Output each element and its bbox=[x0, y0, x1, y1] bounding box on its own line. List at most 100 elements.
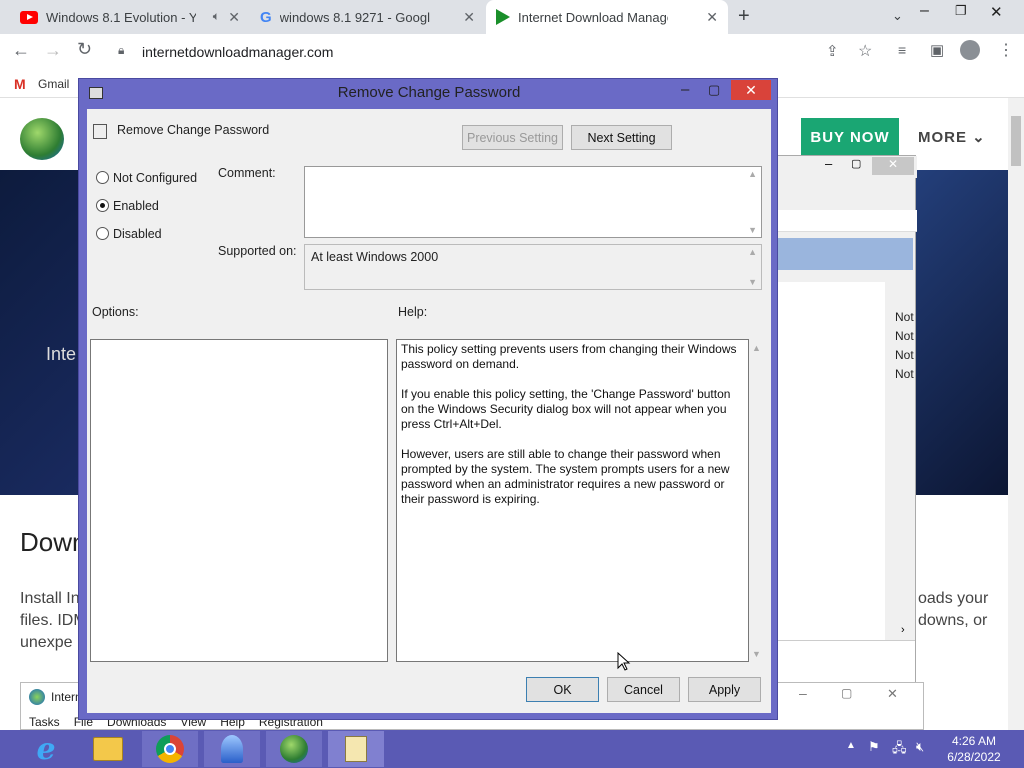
buy-now-button[interactable]: BUY NOW bbox=[801, 118, 899, 156]
sidepanel-icon[interactable]: ▣ bbox=[930, 41, 944, 59]
radio-disabled[interactable] bbox=[96, 227, 109, 240]
supported-on-value: At least Windows 2000 bbox=[311, 250, 439, 264]
paragraph: Install In files. IDM unexpe bbox=[20, 588, 87, 654]
chrome-icon bbox=[156, 735, 184, 763]
network-icon[interactable]: 🖧︎ bbox=[892, 739, 907, 761]
dialog-body: Remove Change Password Previous Setting … bbox=[87, 109, 771, 713]
maximize-icon[interactable]: ▢ bbox=[708, 82, 720, 98]
browser-tab-active[interactable]: Internet Download Manager: The ✕ bbox=[486, 0, 728, 34]
status-cell: Not bbox=[895, 329, 914, 343]
star-icon[interactable]: ☆ bbox=[858, 41, 872, 61]
radio-disabled-label: Disabled bbox=[113, 227, 162, 241]
status-cell: Not bbox=[895, 367, 914, 381]
radio-not-configured-label: Not Configured bbox=[113, 171, 198, 185]
minimize-icon[interactable]: – bbox=[920, 2, 929, 20]
google-icon: G bbox=[260, 8, 272, 26]
scroll-down-icon[interactable]: ▼ bbox=[748, 225, 757, 235]
more-menu[interactable]: MORE ⌄ bbox=[918, 128, 986, 146]
browser-tab-bar: Windows 8.1 Evolution - You 🔈︎ ✕ G windo… bbox=[0, 0, 1024, 34]
scroll-down-icon[interactable]: ▼ bbox=[752, 649, 761, 659]
hero-text: Inte bbox=[46, 344, 77, 364]
scroll-up-icon[interactable]: ▲ bbox=[748, 247, 757, 257]
flag-icon[interactable]: ⚑ bbox=[868, 739, 880, 755]
close-icon[interactable]: ✕ bbox=[887, 686, 898, 702]
reload-icon[interactable]: ↻ bbox=[77, 39, 92, 60]
idm-logo bbox=[20, 118, 64, 160]
clock-date: 6/28/2022 bbox=[947, 750, 1001, 764]
supported-on-field: At least Windows 2000 ▲ ▼ bbox=[304, 244, 762, 290]
options-panel bbox=[90, 339, 388, 662]
ok-button[interactable]: OK bbox=[526, 677, 599, 702]
menu-tasks[interactable]: Tasks bbox=[29, 715, 60, 729]
radio-enabled[interactable] bbox=[96, 199, 109, 212]
close-tab-icon[interactable]: ✕ bbox=[228, 9, 240, 26]
scroll-up-icon[interactable]: ▲ bbox=[752, 343, 761, 353]
chevron-down-icon[interactable]: ⌄ bbox=[892, 8, 903, 24]
minimize-icon[interactable]: – bbox=[799, 685, 807, 701]
page-scrollbar[interactable] bbox=[1008, 98, 1024, 730]
close-tab-icon[interactable]: ✕ bbox=[463, 9, 475, 26]
scroll-up-icon[interactable]: ▲ bbox=[748, 169, 757, 179]
browser-tab[interactable]: Windows 8.1 Evolution - You 🔈︎ ✕ bbox=[10, 0, 250, 34]
help-paragraph: However, users are still able to change … bbox=[401, 447, 730, 506]
lock-icon: 🔒︎ bbox=[118, 43, 125, 57]
restore-icon[interactable]: ▢ bbox=[851, 157, 861, 170]
scroll-down-icon[interactable]: ▼ bbox=[748, 277, 757, 287]
taskbar-ie[interactable]: e bbox=[18, 731, 74, 767]
restore-icon[interactable]: ▢ bbox=[841, 686, 852, 700]
help-paragraph: This policy setting prevents users from … bbox=[401, 342, 737, 371]
comment-label: Comment: bbox=[218, 166, 276, 180]
media-icon[interactable]: ≡ bbox=[898, 42, 906, 58]
idm-icon bbox=[29, 689, 45, 705]
help-panel[interactable]: This policy setting prevents users from … bbox=[396, 339, 749, 662]
tab-title: windows 8.1 9271 - Google Sear bbox=[279, 9, 430, 25]
share-icon[interactable]: ⇪ bbox=[826, 42, 839, 60]
tab-title: Internet Download Manager: The bbox=[518, 9, 668, 25]
paragraph-right: oads your downs, or bbox=[918, 588, 988, 632]
minimize-icon[interactable]: – bbox=[825, 156, 832, 171]
status-cell: Not bbox=[895, 348, 914, 362]
radio-enabled-label: Enabled bbox=[113, 199, 159, 213]
tray-chevron-up-icon[interactable]: ▲ bbox=[846, 740, 856, 751]
forward-icon[interactable]: → bbox=[44, 40, 62, 61]
back-icon[interactable]: ← bbox=[12, 40, 30, 61]
close-tab-icon[interactable]: ✕ bbox=[706, 9, 718, 26]
youtube-icon bbox=[20, 10, 38, 24]
menu-kebab-icon[interactable]: ⋮ bbox=[998, 40, 1014, 60]
bookmark-gmail[interactable]: Gmail bbox=[38, 77, 69, 91]
taskbar-chrome[interactable] bbox=[142, 731, 198, 767]
taskbar-idm[interactable] bbox=[266, 731, 322, 767]
radio-not-configured[interactable] bbox=[96, 171, 109, 184]
clock[interactable]: 4:26 AM 6/28/2022 bbox=[944, 733, 1004, 765]
taskbar-app[interactable] bbox=[204, 731, 260, 767]
page-heading: Down bbox=[20, 527, 87, 557]
close-icon[interactable]: ✕ bbox=[872, 157, 914, 175]
cancel-button[interactable]: Cancel bbox=[607, 677, 680, 702]
app-icon bbox=[221, 735, 243, 763]
taskbar-notepad[interactable] bbox=[328, 731, 384, 767]
mouse-cursor-icon bbox=[617, 652, 631, 671]
options-label: Options: bbox=[92, 305, 139, 319]
close-icon[interactable]: ✕ bbox=[731, 80, 771, 100]
taskbar-file-explorer[interactable] bbox=[80, 731, 136, 767]
apply-button[interactable]: Apply bbox=[688, 677, 761, 702]
gmail-icon: M bbox=[14, 76, 26, 92]
status-cell: Not bbox=[895, 310, 914, 324]
next-setting-button[interactable]: Next Setting bbox=[571, 125, 672, 150]
profile-icon[interactable] bbox=[960, 40, 980, 60]
browser-tab[interactable]: G windows 8.1 9271 - Google Sear ✕ bbox=[250, 0, 485, 34]
new-tab-icon[interactable]: + bbox=[738, 5, 750, 28]
minimize-icon[interactable]: – bbox=[681, 81, 689, 98]
comment-textarea[interactable]: ▲ ▼ bbox=[304, 166, 762, 238]
status-column: Not Not Not Not bbox=[895, 308, 914, 384]
volume-mute-icon[interactable]: 🔇︎ bbox=[916, 739, 924, 755]
restore-icon[interactable]: ❐ bbox=[955, 3, 967, 19]
play-icon bbox=[496, 9, 510, 25]
chevron-right-icon[interactable]: › bbox=[901, 624, 905, 636]
url-text[interactable]: internetdownloadmanager.com bbox=[142, 44, 333, 60]
paragraph-line: downs, or bbox=[918, 612, 988, 629]
address-bar-row: ← → ↻ 🔒︎ internetdownloadmanager.com ⇪ ☆… bbox=[0, 34, 1024, 70]
speaker-icon: 🔈︎ bbox=[212, 9, 220, 23]
close-window-icon[interactable]: ✕ bbox=[990, 3, 1003, 21]
previous-setting-button[interactable]: Previous Setting bbox=[462, 125, 563, 150]
